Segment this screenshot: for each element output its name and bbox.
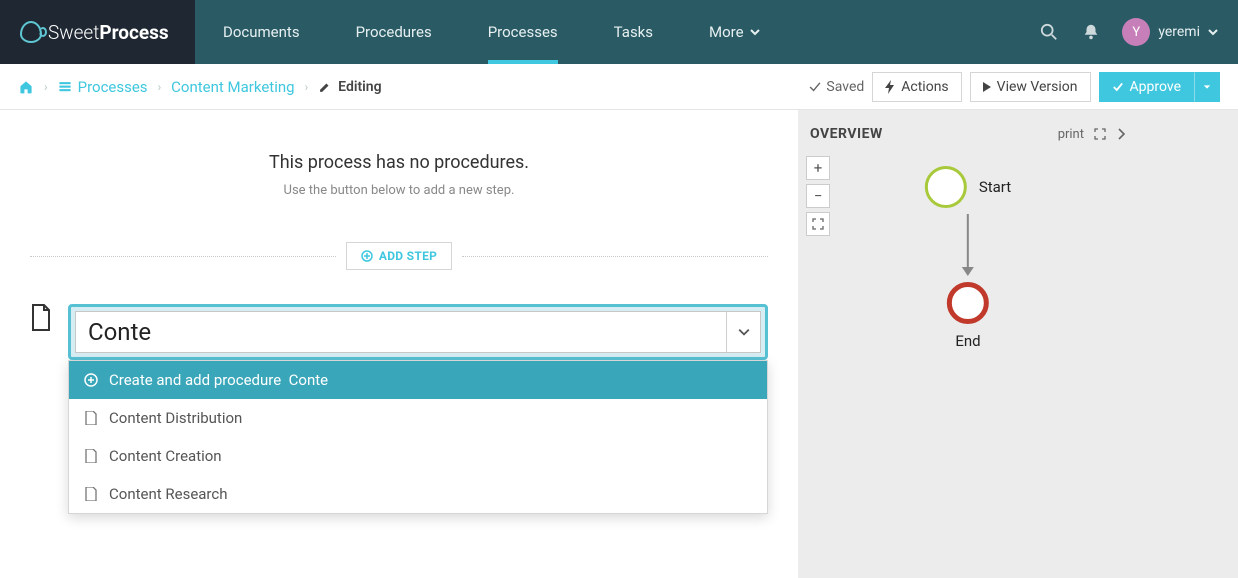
plus-circle-icon	[361, 250, 373, 262]
chevron-right-icon[interactable]	[1116, 128, 1126, 140]
play-icon	[983, 82, 991, 92]
overview-canvas: + − Start End	[798, 148, 1138, 568]
breadcrumb-content-marketing[interactable]: Content Marketing	[171, 78, 294, 96]
overview-title: OVERVIEW	[810, 126, 883, 142]
combo-option[interactable]: Content Distribution	[69, 399, 767, 437]
end-node[interactable]	[947, 282, 989, 324]
search-icon[interactable]	[1038, 21, 1060, 43]
plus-circle-icon	[83, 372, 99, 388]
approve-split-button: Approve	[1099, 72, 1220, 102]
zoom-fit-button[interactable]	[806, 212, 830, 236]
bolt-icon	[885, 80, 895, 94]
nav-item-label: More	[709, 23, 744, 41]
combo-option[interactable]: Content Creation	[69, 437, 767, 475]
procedure-picker: Create and add procedure Conte Content D…	[30, 304, 768, 360]
nav-more[interactable]: More	[681, 0, 788, 64]
document-icon	[83, 410, 99, 426]
document-icon	[30, 304, 52, 330]
empty-state-title: This process has no procedures.	[30, 152, 768, 173]
brand-logo[interactable]: SweetProcess	[0, 0, 195, 64]
chevron-down-icon	[1208, 27, 1218, 37]
breadcrumb-editing: Editing	[318, 79, 381, 95]
chevron-right-icon: ›	[44, 80, 48, 94]
end-label: End	[955, 332, 980, 350]
breadcrumb-label: Processes	[78, 78, 148, 96]
combo-option-create[interactable]: Create and add procedure Conte	[69, 361, 767, 399]
button-label: Approve	[1130, 79, 1181, 95]
nav-processes[interactable]: Processes	[460, 0, 586, 64]
document-icon	[83, 448, 99, 464]
toolbar: Saved Actions View Version Approve	[808, 72, 1220, 102]
zoom-out-button[interactable]: −	[806, 184, 830, 208]
nav-documents[interactable]: Documents	[195, 0, 328, 64]
chevron-down-icon	[750, 27, 760, 37]
combo-option-label: Content Creation	[109, 447, 222, 465]
nav-tasks[interactable]: Tasks	[586, 0, 681, 64]
combo-option-label: Content Distribution	[109, 409, 242, 427]
combo-toggle[interactable]	[726, 312, 760, 352]
overview-header: OVERVIEW print	[798, 120, 1138, 148]
user-menu[interactable]: Y yeremi	[1122, 18, 1218, 46]
document-icon	[83, 486, 99, 502]
home-icon[interactable]	[18, 79, 34, 95]
avatar: Y	[1122, 18, 1150, 46]
start-node[interactable]	[925, 166, 967, 208]
nav-item-label: Documents	[223, 23, 300, 41]
editor-panel: This process has no procedures. Use the …	[0, 110, 798, 578]
chevron-down-icon	[738, 326, 750, 338]
empty-state-subtitle: Use the button below to add a new step.	[30, 183, 768, 198]
combo-option-label: Content Research	[109, 485, 227, 503]
user-name: yeremi	[1158, 24, 1200, 40]
combo-option-label: Create and add procedure Conte	[109, 371, 328, 389]
add-step-row: ADD STEP	[30, 242, 768, 270]
saved-indicator: Saved	[808, 79, 864, 95]
nav-item-label: Procedures	[356, 23, 432, 41]
combo-option[interactable]: Content Research	[69, 475, 767, 513]
nav-item-label: Tasks	[614, 23, 653, 41]
add-step-button[interactable]: ADD STEP	[346, 242, 452, 270]
primary-nav: Documents Procedures Processes Tasks Mor…	[195, 0, 1238, 64]
breadcrumb-bar: › Processes › Content Marketing › Editin…	[0, 64, 1238, 110]
actions-button[interactable]: Actions	[872, 72, 961, 102]
brand-text: SweetProcess	[48, 21, 169, 44]
nav-procedures[interactable]: Procedures	[328, 0, 460, 64]
overview-tools: print	[1058, 127, 1126, 142]
combo-dropdown: Create and add procedure Conte Content D…	[68, 360, 768, 514]
zoom-controls: + −	[806, 156, 830, 236]
button-label: Actions	[901, 79, 948, 95]
bell-icon[interactable]	[1080, 21, 1102, 43]
button-label: ADD STEP	[379, 249, 437, 263]
procedure-search-input[interactable]	[76, 312, 726, 352]
start-label: Start	[979, 178, 1011, 196]
chevron-right-icon: ›	[158, 80, 162, 94]
check-icon	[1112, 81, 1124, 93]
right-gutter	[1138, 110, 1238, 578]
flow-diagram: Start End	[925, 166, 1011, 350]
view-version-button[interactable]: View Version	[970, 72, 1091, 102]
print-link[interactable]: print	[1058, 127, 1084, 142]
zoom-in-button[interactable]: +	[806, 156, 830, 180]
chevron-right-icon: ›	[305, 80, 309, 94]
pencil-icon	[318, 80, 332, 94]
top-nav: SweetProcess Documents Procedures Proces…	[0, 0, 1238, 64]
procedure-combobox: Create and add procedure Conte Content D…	[68, 304, 768, 360]
approve-button[interactable]: Approve	[1099, 72, 1194, 102]
check-icon	[808, 80, 822, 94]
flow-start-row: Start	[925, 166, 1011, 208]
nav-utilities: Y yeremi	[1038, 18, 1238, 46]
flow-arrow	[967, 214, 969, 274]
main-area: This process has no procedures. Use the …	[0, 110, 1238, 578]
fullscreen-icon	[812, 218, 824, 230]
approve-dropdown[interactable]	[1194, 72, 1220, 102]
breadcrumb-processes[interactable]: Processes	[58, 78, 148, 96]
overview-panel: OVERVIEW print + −	[798, 110, 1138, 578]
cup-icon	[20, 21, 42, 43]
nav-item-label: Processes	[488, 23, 558, 41]
caret-down-icon	[1203, 83, 1211, 91]
expand-icon[interactable]	[1094, 128, 1106, 140]
button-label: View Version	[997, 79, 1078, 95]
flow-end-row: End	[947, 282, 989, 350]
